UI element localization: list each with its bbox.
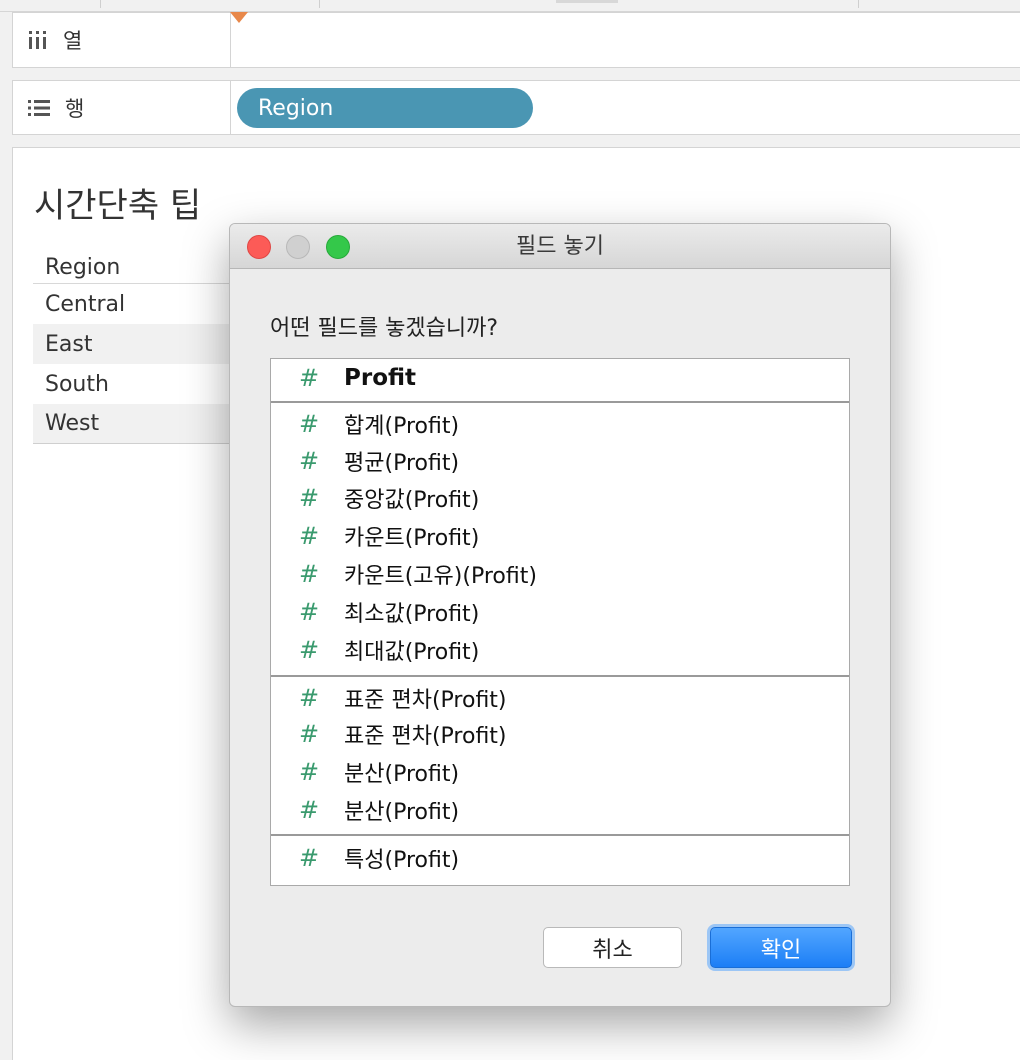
columns-label-text: 열 (63, 29, 83, 53)
measure-hash-icon: # (299, 522, 320, 550)
sheet-title: 시간단축 팁 (34, 186, 202, 226)
list-item[interactable]: # 특성(Profit) (271, 839, 849, 877)
list-item[interactable]: # 최소값(Profit) (271, 593, 849, 631)
list-item[interactable]: # 카운트(Profit) (271, 517, 849, 555)
measure-hash-icon: # (299, 796, 320, 824)
measure-hash-icon: # (299, 844, 320, 872)
table-row[interactable]: West (33, 404, 237, 444)
list-item[interactable]: # 분산(Profit) (271, 753, 849, 791)
ruler-tick (858, 0, 859, 8)
top-ruler (0, 0, 1020, 12)
columns-icon (27, 29, 49, 51)
region-table: Region Central East South West (33, 252, 237, 444)
list-item[interactable]: # 표준 편차(Profit) (271, 715, 849, 753)
measure-hash-icon: # (299, 484, 320, 512)
columns-shelf[interactable]: 열 (12, 12, 1020, 68)
measure-hash-icon: # (299, 560, 320, 588)
ok-button[interactable]: 확인 (710, 927, 852, 968)
measure-hash-icon: # (299, 364, 320, 392)
measure-hash-icon: # (299, 447, 320, 475)
cancel-button[interactable]: 취소 (543, 927, 682, 968)
dialog-question: 어떤 필드를 놓겠습니까? (270, 316, 499, 341)
dialog-titlebar[interactable]: 필드 놓기 (230, 224, 890, 269)
field-list[interactable]: # Profit # 합계(Profit) # 평균(Profit) # 중앙값(Pro… (270, 358, 850, 886)
measure-hash-icon: # (299, 758, 320, 786)
list-separator (271, 834, 849, 836)
dialog-title: 필드 놓기 (516, 234, 604, 259)
rows-shelf-label: 행 (13, 81, 231, 134)
list-item[interactable]: # 카운트(고유)(Profit) (271, 555, 849, 593)
table-row[interactable]: East (33, 324, 237, 364)
list-separator (271, 401, 849, 403)
list-separator (271, 675, 849, 677)
region-pill[interactable]: Region (237, 88, 533, 128)
columns-shelf-label: 열 (13, 13, 231, 67)
list-item[interactable]: # 표준 편차(Profit) (271, 679, 849, 717)
drop-field-dialog: 필드 놓기 어떤 필드를 놓겠습니까? # Profit # 합계(Profit) … (229, 223, 891, 1007)
rows-shelf[interactable]: 행 Region (12, 80, 1020, 135)
ruler-thumb (556, 0, 618, 3)
list-item[interactable]: # 최대값(Profit) (271, 631, 849, 669)
list-item[interactable]: # 중앙값(Profit) (271, 479, 849, 517)
measure-hash-icon: # (299, 410, 320, 438)
rows-label-text: 행 (65, 96, 85, 121)
list-item[interactable]: # 평균(Profit) (271, 442, 849, 480)
list-item[interactable]: # Profit (271, 359, 849, 397)
ruler-tick (319, 0, 320, 8)
table-header[interactable]: Region (33, 252, 237, 284)
measure-hash-icon: # (299, 684, 320, 712)
rows-list-icon (27, 98, 51, 118)
list-item[interactable]: # 합계(Profit) (271, 405, 849, 443)
measure-hash-icon: # (299, 598, 320, 626)
ruler-tick (100, 0, 101, 8)
drop-marker-icon (230, 12, 248, 23)
measure-hash-icon: # (299, 636, 320, 664)
list-item[interactable]: # 분산(Profit) (271, 791, 849, 829)
table-row[interactable]: South (33, 364, 237, 404)
table-row[interactable]: Central (33, 284, 237, 324)
measure-hash-icon: # (299, 720, 320, 748)
